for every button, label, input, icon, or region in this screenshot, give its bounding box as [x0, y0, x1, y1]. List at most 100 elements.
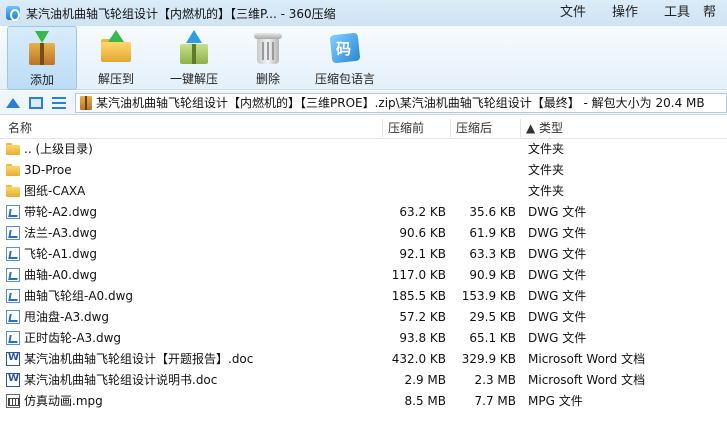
dwg-file-icon [6, 247, 20, 261]
up-arrow-icon [6, 97, 20, 108]
file-name: 某汽油机曲轴飞轮组设计说明书.doc [24, 373, 218, 387]
file-size: 185.5 KB [391, 289, 446, 303]
folder-icon [6, 184, 20, 198]
file-name: 3D-Proe [24, 163, 72, 177]
file-size: 2.9 MB [404, 373, 446, 387]
extract-to-button[interactable]: 解压到 [83, 26, 149, 90]
file-packed-size [446, 139, 516, 160]
file-name: 曲轴-A0.dwg [24, 268, 98, 282]
one-click-extract-button[interactable]: 一键解压 [157, 26, 231, 90]
file-row[interactable]: 仿真动画.mpg 8.5 MB 7.7 MB MPG 文件 [0, 391, 727, 412]
column-separator[interactable] [450, 119, 451, 137]
file-row[interactable]: 曲轴-A0.dwg 117.0 KB 90.9 KB DWG 文件 [0, 265, 727, 286]
file-type: DWG 文件 [528, 310, 587, 324]
delete-button[interactable]: 删除 [239, 26, 297, 90]
word-document-icon [6, 352, 20, 366]
file-name: 仿真动画.mpg [24, 394, 103, 408]
file-name: 某汽油机曲轴飞轮组设计【开题报告】.doc [24, 352, 254, 366]
folder-icon [6, 163, 20, 177]
file-type: Microsoft Word 文档 [528, 352, 646, 366]
dwg-file-icon [6, 268, 20, 282]
file-size: 117.0 KB [391, 268, 446, 282]
path-text: 某汽油机曲轴飞轮组设计【内燃机的】【三维PROE】.zip\某汽油机曲轴飞轮组设… [96, 96, 705, 110]
file-row[interactable]: .. (上级目录) 文件夹 [0, 139, 727, 160]
menu-operate[interactable]: 操作 [599, 0, 651, 26]
file-packed-size: 329.9 KB [461, 352, 516, 366]
column-packed[interactable]: 压缩后 [452, 117, 520, 139]
address-bar: 某汽油机曲轴飞轮组设计【内燃机的】【三维PROE】.zip\某汽油机曲轴飞轮组设… [0, 91, 727, 115]
large-icon-view-button[interactable] [26, 93, 46, 113]
file-name: 图纸-CAXA [24, 184, 86, 198]
file-row[interactable]: 某汽油机曲轴飞轮组设计【开题报告】.doc 432.0 KB 329.9 KB Mic… [0, 349, 727, 370]
extract-to-label: 解压到 [97, 72, 134, 86]
zip-archive-icon [80, 95, 92, 110]
file-type: DWG 文件 [528, 226, 587, 240]
path-field[interactable]: 某汽油机曲轴飞轮组设计【内燃机的】【三维PROE】.zip\某汽油机曲轴飞轮组设… [75, 92, 727, 113]
file-row[interactable]: 飞轮-A1.dwg 92.1 KB 63.3 KB DWG 文件 [0, 244, 727, 265]
file-size: 90.6 KB [399, 226, 446, 240]
column-size[interactable]: 压缩前 [384, 117, 450, 139]
menu-help[interactable]: 帮 [703, 0, 727, 26]
column-type[interactable]: ▲ 类型 [522, 117, 722, 139]
file-row[interactable]: 图纸-CAXA 文件夹 [0, 181, 727, 202]
file-packed-size: 7.7 MB [474, 394, 516, 408]
file-size [368, 181, 446, 202]
large-icon-view-icon [29, 96, 43, 109]
add-button[interactable]: 添加 [7, 26, 77, 90]
detail-view-button[interactable] [49, 93, 69, 113]
menu-tools[interactable]: 工具 [651, 0, 703, 26]
file-row[interactable]: 某汽油机曲轴飞轮组设计说明书.doc 2.9 MB 2.3 MB Microsoft … [0, 370, 727, 391]
file-list: .. (上级目录) 文件夹 3D-Proe 文件夹 图纸-CAXA 文件夹 带轮-A2.dw… [0, 139, 727, 412]
file-type: DWG 文件 [528, 289, 587, 303]
file-name: .. (上级目录) [24, 142, 93, 156]
archive-language-label: 压缩包语言 [314, 72, 375, 86]
file-row[interactable]: 甩油盘-A3.dwg 57.2 KB 29.5 KB DWG 文件 [0, 307, 727, 328]
file-type: 文件夹 [528, 184, 565, 198]
file-size: 57.2 KB [399, 310, 446, 324]
file-row[interactable]: 法兰-A3.dwg 90.6 KB 61.9 KB DWG 文件 [0, 223, 727, 244]
menu-file[interactable]: 文件 [547, 0, 599, 26]
file-name: 曲轴飞轮组-A0.dwg [24, 289, 134, 303]
column-name[interactable]: 名称 [4, 117, 382, 139]
add-archive-icon [24, 31, 60, 67]
trash-can-icon [250, 30, 286, 66]
archive-language-button[interactable]: 码 压缩包语言 [305, 26, 385, 90]
file-name: 飞轮-A1.dwg [24, 247, 98, 261]
up-level-button[interactable] [3, 93, 23, 113]
toolbar: 添加 解压到 一键解压 删除 码 压缩包语言 [0, 26, 727, 90]
file-packed-size: 63.3 KB [469, 247, 516, 261]
file-size [368, 160, 446, 181]
one-click-extract-icon [176, 30, 212, 66]
file-row[interactable]: 带轮-A2.dwg 63.2 KB 35.6 KB DWG 文件 [0, 202, 727, 223]
file-row[interactable]: 正时齿轮-A3.dwg 93.8 KB 65.1 KB DWG 文件 [0, 328, 727, 349]
file-size [368, 139, 446, 160]
file-size: 93.8 KB [399, 331, 446, 345]
file-type: 文件夹 [528, 142, 565, 156]
title-bar: 某汽油机曲轴飞轮组设计【内燃机的】【三维P... - 360压缩 文件 操作 工… [0, 0, 727, 26]
file-packed-size [446, 181, 516, 202]
language-code-icon: 码 [327, 30, 363, 66]
extract-folder-icon [98, 30, 134, 66]
one-click-extract-label: 一键解压 [169, 72, 218, 86]
file-size: 432.0 KB [391, 352, 446, 366]
dwg-file-icon [6, 289, 20, 303]
detail-list-view-icon [52, 96, 66, 109]
file-list-header: 名称 压缩前 压缩后 ▲ 类型 [0, 117, 727, 139]
file-type: 文件夹 [528, 163, 565, 177]
dwg-file-icon [6, 331, 20, 345]
dwg-file-icon [6, 205, 20, 219]
delete-label: 删除 [255, 72, 280, 86]
file-packed-size: 153.9 KB [461, 289, 516, 303]
file-row[interactable]: 曲轴飞轮组-A0.dwg 185.5 KB 153.9 KB DWG 文件 [0, 286, 727, 307]
file-packed-size: 61.9 KB [469, 226, 516, 240]
column-separator[interactable] [382, 119, 383, 137]
file-row[interactable]: 3D-Proe 文件夹 [0, 160, 727, 181]
file-packed-size: 29.5 KB [469, 310, 516, 324]
file-type: DWG 文件 [528, 205, 587, 219]
column-separator[interactable] [520, 119, 521, 137]
file-name: 带轮-A2.dwg [24, 205, 98, 219]
add-label: 添加 [29, 73, 54, 87]
window-title: 某汽油机曲轴飞轮组设计【内燃机的】【三维P... - 360压缩 [26, 6, 336, 21]
file-packed-size: 2.3 MB [474, 373, 516, 387]
file-packed-size [446, 160, 516, 181]
